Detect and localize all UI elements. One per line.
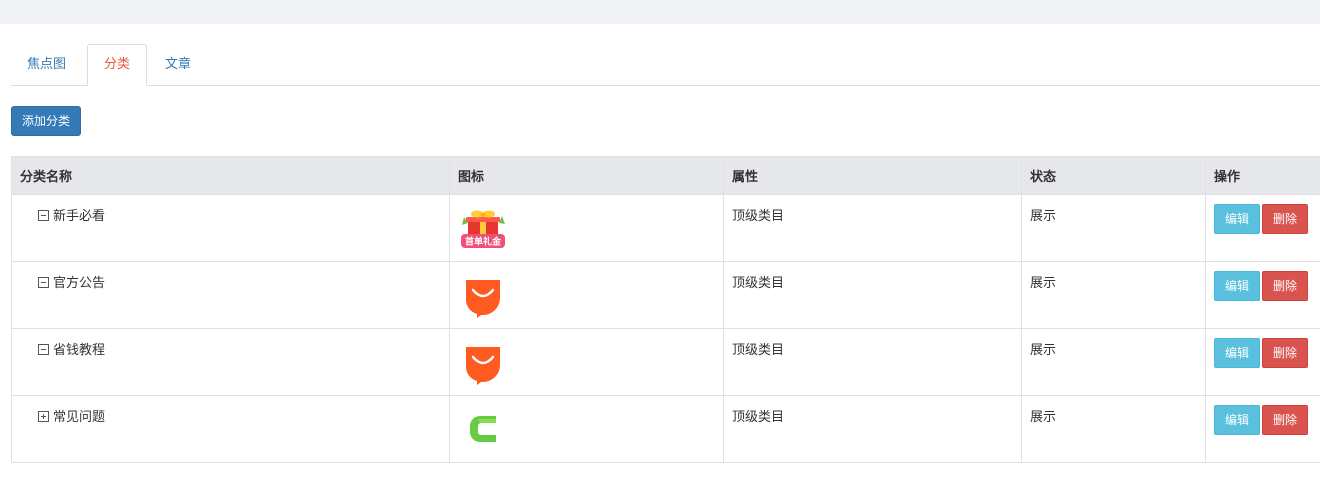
table-header-row: 分类名称 图标 属性 状态 操作 xyxy=(11,156,1320,195)
category-icon-cell xyxy=(449,395,724,463)
category-status: 展示 xyxy=(1021,261,1206,329)
edit-button[interactable]: 编辑 xyxy=(1214,338,1260,368)
category-name: 省钱教程 xyxy=(53,343,106,358)
delete-button[interactable]: 删除 xyxy=(1262,204,1308,234)
category-name: 官方公告 xyxy=(53,276,106,291)
column-header-name: 分类名称 xyxy=(11,156,450,195)
category-attribute: 顶级类目 xyxy=(723,261,1022,329)
category-status: 展示 xyxy=(1021,328,1206,396)
table-row: 常见问题 顶级类目 展示 编辑 删除 xyxy=(11,395,1320,463)
edit-button[interactable]: 编辑 xyxy=(1214,271,1260,301)
table-row: 新手必看 首单礼金 顶级类目 展示 编辑 删除 xyxy=(11,194,1320,262)
collapse-toggle-icon[interactable] xyxy=(38,210,49,221)
tab-bar: 焦点图 分类 文章 xyxy=(11,44,1320,86)
category-icon-cell xyxy=(449,261,724,329)
category-name: 常见问题 xyxy=(53,410,106,425)
category-name-cell: 新手必看 xyxy=(11,194,450,262)
category-attribute: 顶级类目 xyxy=(723,395,1022,463)
gift-icon-text: 首单礼金 xyxy=(465,236,502,248)
category-table: 分类名称 图标 属性 状态 操作 新手必看 首单礼金 顶级类目 展示 编辑 删除… xyxy=(11,156,1320,463)
tab-article[interactable]: 文章 xyxy=(149,44,207,86)
collapse-toggle-icon[interactable] xyxy=(38,344,49,355)
add-category-button[interactable]: 添加分类 xyxy=(11,106,81,136)
collapse-toggle-icon[interactable] xyxy=(38,277,49,288)
column-header-attribute: 属性 xyxy=(723,156,1022,195)
column-header-icon: 图标 xyxy=(449,156,724,195)
column-header-actions: 操作 xyxy=(1205,156,1320,195)
category-name: 新手必看 xyxy=(53,209,106,224)
orange-smile-icon xyxy=(465,280,500,318)
gift-coupon-icon: 首单礼金 xyxy=(461,210,505,248)
category-status: 展示 xyxy=(1021,194,1206,262)
tab-focus-image[interactable]: 焦点图 xyxy=(11,44,82,86)
actions-cell: 编辑 删除 xyxy=(1205,328,1320,396)
table-row: 官方公告 顶级类目 展示 编辑 删除 xyxy=(11,261,1320,329)
category-attribute: 顶级类目 xyxy=(723,328,1022,396)
delete-button[interactable]: 删除 xyxy=(1262,338,1308,368)
category-name-cell: 常见问题 xyxy=(11,395,450,463)
edit-button[interactable]: 编辑 xyxy=(1214,204,1260,234)
tab-category[interactable]: 分类 xyxy=(87,44,148,86)
green-c-icon xyxy=(470,416,496,442)
actions-cell: 编辑 删除 xyxy=(1205,395,1320,463)
orange-smile-icon xyxy=(465,347,500,385)
column-header-status: 状态 xyxy=(1021,156,1206,195)
category-name-cell: 官方公告 xyxy=(11,261,450,329)
category-icon-cell xyxy=(449,328,724,396)
expand-toggle-icon[interactable] xyxy=(38,411,49,422)
category-status: 展示 xyxy=(1021,395,1206,463)
table-row: 省钱教程 顶级类目 展示 编辑 删除 xyxy=(11,328,1320,396)
category-name-cell: 省钱教程 xyxy=(11,328,450,396)
delete-button[interactable]: 删除 xyxy=(1262,405,1308,435)
actions-cell: 编辑 删除 xyxy=(1205,194,1320,262)
category-icon-cell: 首单礼金 xyxy=(449,194,724,262)
category-attribute: 顶级类目 xyxy=(723,194,1022,262)
edit-button[interactable]: 编辑 xyxy=(1214,405,1260,435)
actions-cell: 编辑 删除 xyxy=(1205,261,1320,329)
delete-button[interactable]: 删除 xyxy=(1262,271,1308,301)
top-bar xyxy=(0,0,1320,24)
